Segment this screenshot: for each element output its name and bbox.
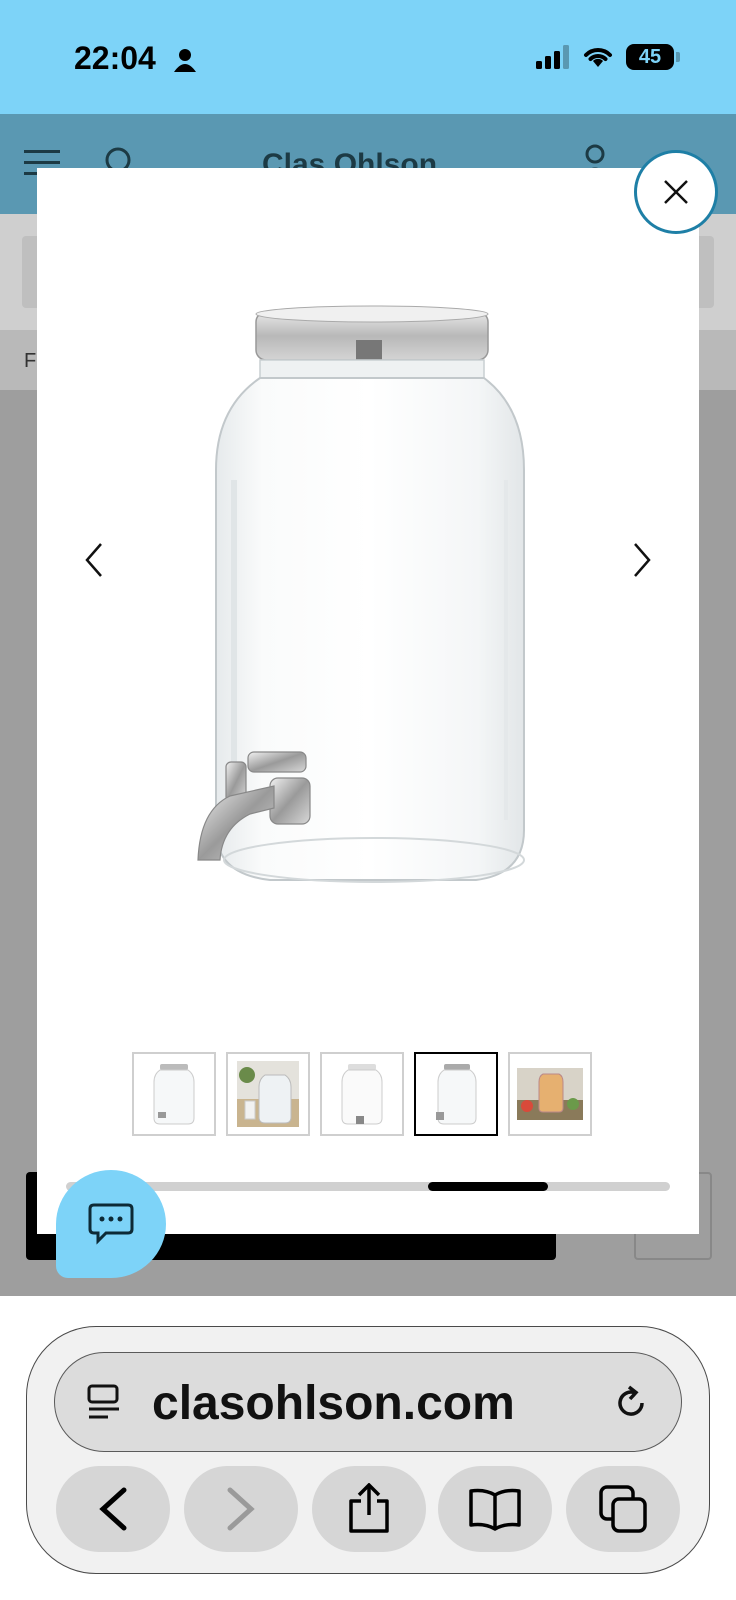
chat-button[interactable] xyxy=(56,1170,166,1278)
thumbnail-table-icon xyxy=(517,1068,583,1120)
thumbnail-lifestyle-icon xyxy=(237,1061,299,1127)
book-icon xyxy=(469,1488,521,1531)
browser-toolbar: clasohlson.com xyxy=(0,1296,736,1600)
chevron-right-icon xyxy=(634,543,651,577)
thumbnail-3[interactable] xyxy=(320,1052,404,1136)
previous-image-button[interactable] xyxy=(74,540,114,580)
share-button[interactable] xyxy=(312,1466,426,1552)
gallery-scrollbar-thumb[interactable] xyxy=(428,1182,548,1191)
next-image-button[interactable] xyxy=(622,540,662,580)
signal-icon xyxy=(536,45,569,69)
status-bar: 22:04 45 xyxy=(0,0,736,114)
status-indicators: 45 xyxy=(536,44,680,70)
status-time: 22:04 xyxy=(74,40,156,76)
reload-icon[interactable] xyxy=(612,1384,650,1422)
battery-indicator: 45 xyxy=(626,44,680,70)
url-text[interactable]: clasohlson.com xyxy=(152,1376,515,1431)
person-icon xyxy=(174,49,196,72)
back-icon xyxy=(99,1487,127,1531)
thumbnail-1[interactable] xyxy=(132,1052,216,1136)
thumbnail-2[interactable] xyxy=(226,1052,310,1136)
reader-icon[interactable] xyxy=(86,1384,122,1420)
breadcrumb-start: F xyxy=(24,350,37,372)
close-icon xyxy=(664,180,688,204)
thumbnail-4-active[interactable] xyxy=(414,1052,498,1136)
back-button[interactable] xyxy=(56,1466,170,1552)
thumbnail-5[interactable] xyxy=(508,1052,592,1136)
thumbnail-dispenser-white-icon xyxy=(341,1064,383,1125)
chat-icon xyxy=(88,1203,134,1245)
thumbnail-strip xyxy=(132,1052,592,1136)
thumbnail-dispenser-icon xyxy=(153,1064,195,1125)
tabs-icon xyxy=(599,1485,647,1533)
chevron-left-icon xyxy=(85,543,102,577)
forward-button[interactable] xyxy=(184,1466,298,1552)
tabs-button[interactable] xyxy=(566,1466,680,1552)
close-button[interactable] xyxy=(634,150,718,234)
bookmarks-button[interactable] xyxy=(438,1466,552,1552)
product-image xyxy=(197,305,525,883)
forward-icon xyxy=(227,1487,255,1531)
gallery-scrollbar[interactable] xyxy=(66,1182,670,1191)
thumbnail-dispenser-side-icon xyxy=(436,1064,477,1125)
share-icon xyxy=(349,1483,389,1533)
wifi-icon xyxy=(584,48,612,67)
